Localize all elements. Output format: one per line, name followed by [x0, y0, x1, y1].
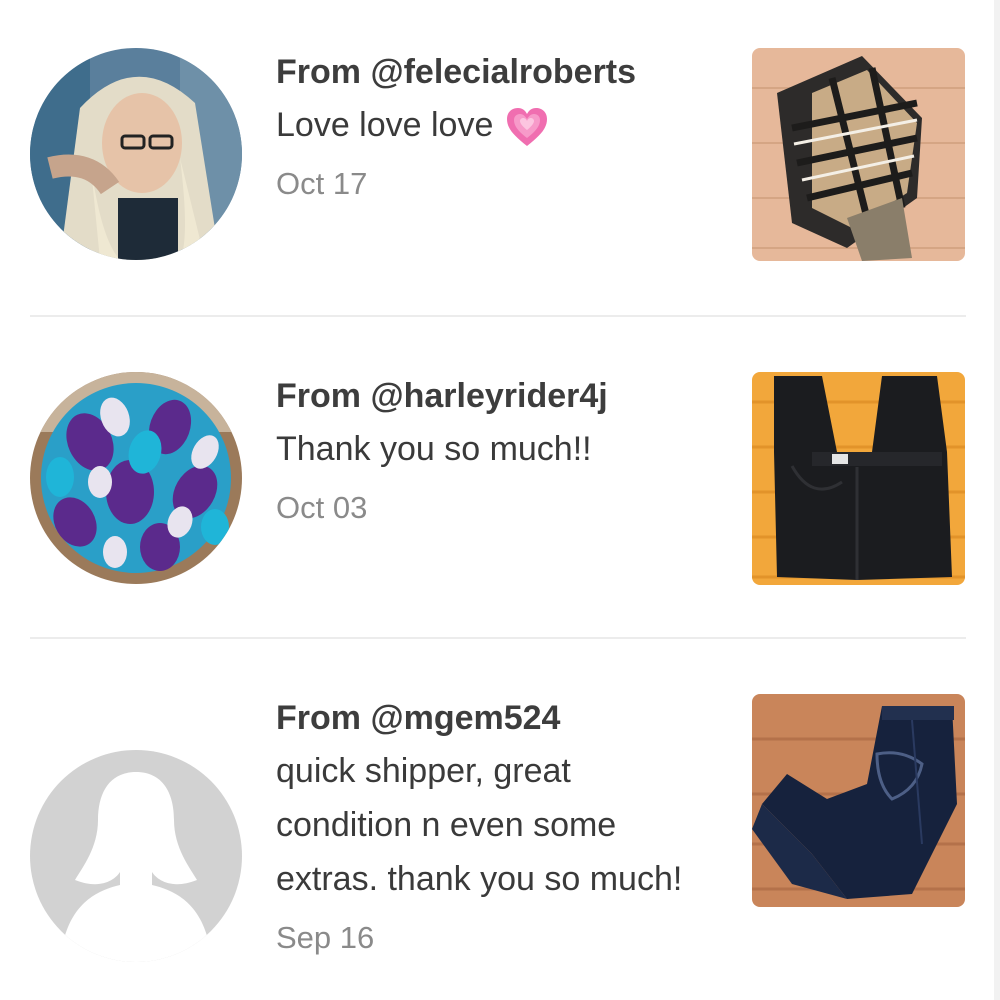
- user-photo-avatar: [30, 48, 242, 260]
- divider: [30, 315, 966, 317]
- review-message: Thank you so much!!: [276, 430, 592, 468]
- item-thumbnail[interactable]: [752, 372, 965, 585]
- review-message-text: Love love love: [276, 106, 494, 144]
- review-date: Oct 17: [276, 166, 368, 201]
- review-date: Oct 03: [276, 490, 368, 525]
- item-thumbnail[interactable]: [752, 48, 965, 261]
- item-thumbnail[interactable]: [752, 694, 965, 907]
- review-content: From @felecialroberts Love love love Oct…: [276, 52, 716, 202]
- love-notes-screen: From @felecialroberts Love love love Oct…: [0, 0, 1000, 1000]
- user-avatar[interactable]: [30, 750, 242, 962]
- reviewer-handle[interactable]: From @harleyrider4j: [276, 376, 716, 416]
- user-avatar[interactable]: [30, 372, 242, 584]
- review-message: Love love love: [276, 98, 716, 152]
- scroll-edge: [994, 0, 1000, 1000]
- dark-denim-jeans-photo: [752, 694, 965, 907]
- review-date: Sep 16: [276, 920, 375, 955]
- growing-heart-icon: [507, 108, 548, 147]
- reviewer-handle[interactable]: From @mgem524: [276, 698, 716, 738]
- review-content: From @harleyrider4j Thank you so much!! …: [276, 376, 716, 526]
- user-avatar[interactable]: [30, 48, 242, 260]
- flower-bouquet-avatar: [30, 372, 242, 584]
- black-jeans-photo: [752, 372, 965, 585]
- default-avatar-icon: [30, 750, 242, 962]
- plaid-scarf-photo: [752, 48, 965, 261]
- review-message: quick shipper, great condition n even so…: [276, 752, 683, 898]
- reviewer-handle[interactable]: From @felecialroberts: [276, 52, 716, 92]
- divider: [30, 637, 966, 639]
- review-content: From @mgem524 quick shipper, great condi…: [276, 698, 716, 956]
